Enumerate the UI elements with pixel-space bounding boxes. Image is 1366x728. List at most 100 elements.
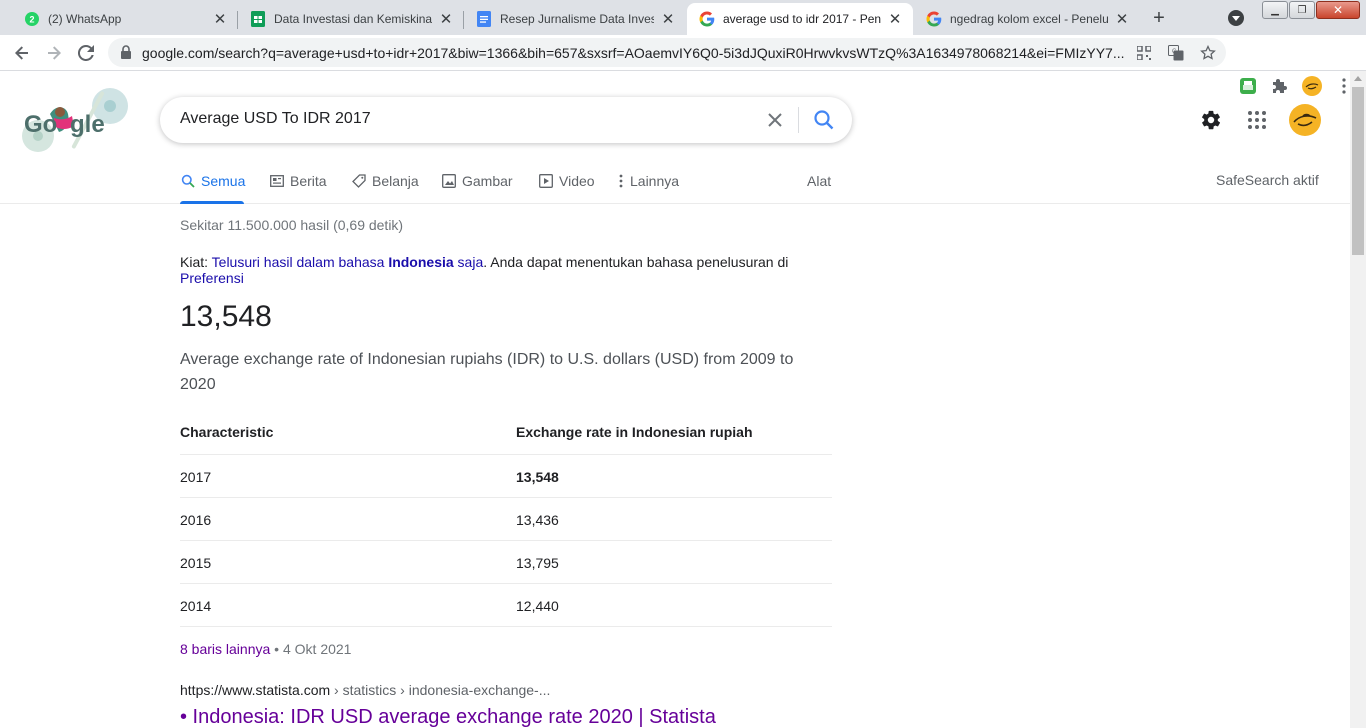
more-rows-link[interactable]: 8 baris lainnya xyxy=(180,641,270,657)
tab-title: Data Investasi dan Kemiskinan xyxy=(274,12,432,26)
tab-label: Belanja xyxy=(372,173,419,189)
tab-search-icon[interactable] xyxy=(1228,10,1244,26)
close-tab-icon[interactable]: ✕ xyxy=(1114,11,1130,27)
qr-code-icon[interactable] xyxy=(1136,45,1152,61)
cite-domain: https://www.statista.com xyxy=(180,682,331,698)
result-date: 4 Okt 2021 xyxy=(282,641,352,657)
indonesian-only-link[interactable]: Telusuri hasil dalam bahasa Indonesia sa… xyxy=(212,254,484,270)
table-cell-year: 2014 xyxy=(180,598,212,614)
table-cell-year: 2015 xyxy=(180,555,212,571)
page-scrollbar[interactable] xyxy=(1350,71,1366,728)
tip-middle: . Anda dapat menentukan bahasa penelusur… xyxy=(483,254,789,270)
featured-answer-value: 13,548 xyxy=(180,300,272,333)
google-doodle-logo[interactable]: Go gle xyxy=(10,84,132,156)
table-header: Characteristic xyxy=(180,424,274,440)
tab-title: Resep Jurnalisme Data Investasi xyxy=(500,12,654,26)
settings-gear-icon[interactable] xyxy=(1199,108,1223,132)
tab-label: Video xyxy=(559,173,595,189)
svg-text:Go: Go xyxy=(24,111,57,138)
account-avatar[interactable] xyxy=(1289,104,1321,136)
translate-icon[interactable]: G xyxy=(1168,45,1184,61)
close-tab-icon[interactable]: ✕ xyxy=(887,11,903,27)
profile-avatar-small[interactable] xyxy=(1302,76,1322,96)
close-tab-icon[interactable]: ✕ xyxy=(660,11,676,27)
arrow-left-icon xyxy=(15,46,28,60)
safesearch-link[interactable]: SafeSearch aktif xyxy=(1216,172,1319,188)
tab-docs[interactable]: Resep Jurnalisme Data Investasi ✕ xyxy=(464,3,686,35)
result-title-link[interactable]: • Indonesia: IDR USD average exchange ra… xyxy=(180,706,716,728)
tab-belanja[interactable]: Belanja xyxy=(351,172,419,190)
table-row: 2017 13,548 xyxy=(180,455,832,498)
more-vertical-icon xyxy=(617,173,625,189)
search-icon xyxy=(180,173,196,189)
extensions-puzzle-icon[interactable] xyxy=(1270,76,1290,96)
extension-printer-icon[interactable] xyxy=(1238,76,1258,96)
table-cell-rate: 13,795 xyxy=(516,555,559,571)
tab-title: ngedrag kolom excel - Penelusuran Google xyxy=(950,12,1108,26)
tools-label: Alat xyxy=(807,173,832,189)
tab-whatsapp[interactable]: 2 (2) WhatsApp ✕ xyxy=(12,3,238,35)
search-input[interactable]: Average USD To IDR 2017 xyxy=(180,110,371,128)
table-cell-rate: 13,436 xyxy=(516,512,559,528)
exchange-rate-table: Characteristic Exchange rate in Indonesi… xyxy=(180,411,832,627)
tab-lainnya[interactable]: Lainnya xyxy=(617,172,679,190)
link-bold-text: Indonesia xyxy=(388,254,454,270)
clear-search-icon[interactable] xyxy=(764,109,786,131)
bookmark-star-icon[interactable] xyxy=(1200,45,1216,61)
newspaper-icon xyxy=(269,173,285,189)
preferences-link[interactable]: Preferensi xyxy=(180,270,244,286)
image-icon xyxy=(441,173,457,189)
date-separator: • xyxy=(270,641,283,657)
tab-label: Lainnya xyxy=(630,173,680,189)
url-text: google.com/search?q=average+usd+to+idr+2… xyxy=(142,45,1125,61)
window-close-button[interactable]: ✕ xyxy=(1316,1,1360,19)
scrollbar-thumb[interactable] xyxy=(1352,87,1364,255)
reload-button[interactable] xyxy=(74,41,98,65)
table-header-row: Characteristic Exchange rate in Indonesi… xyxy=(180,411,832,455)
lock-icon[interactable] xyxy=(120,45,132,64)
video-play-icon xyxy=(538,173,554,189)
new-tab-button[interactable]: + xyxy=(1148,7,1170,29)
tab-video[interactable]: Video xyxy=(538,172,595,190)
search-divider xyxy=(798,107,799,133)
table-row: 2016 13,436 xyxy=(180,498,832,541)
tip-prefix: Kiat: xyxy=(180,254,212,270)
address-bar[interactable]: google.com/search?q=average+usd+to+idr+2… xyxy=(108,38,1226,67)
tab-strip: 2 (2) WhatsApp ✕ Data Investasi dan Kemi… xyxy=(0,0,1366,35)
table-cell-rate: 13,548 xyxy=(516,469,559,485)
sheets-icon xyxy=(250,11,266,27)
reload-icon xyxy=(78,45,94,61)
result-stats: Sekitar 11.500.000 hasil (0,69 detik) xyxy=(180,217,404,233)
tab-title: (2) WhatsApp xyxy=(48,12,122,26)
minimize-button[interactable]: ▁ xyxy=(1262,1,1288,19)
link-text: Telusuri hasil dalam bahasa xyxy=(211,254,389,270)
google-apps-icon[interactable] xyxy=(1245,108,1269,132)
tab-google-active[interactable]: average usd to idr 2017 - Penelusuran Go… xyxy=(687,3,913,35)
back-button[interactable] xyxy=(10,41,34,65)
more-rows-line: 8 baris lainnya • 4 Okt 2021 xyxy=(180,641,351,657)
search-box[interactable]: Average USD To IDR 2017 xyxy=(160,97,852,143)
scroll-up-arrow-icon[interactable] xyxy=(1354,76,1362,81)
result-cite[interactable]: https://www.statista.com › statistics › … xyxy=(180,682,550,698)
maximize-button[interactable]: ❐ xyxy=(1289,1,1315,19)
browser-toolbar: google.com/search?q=average+usd+to+idr+2… xyxy=(0,35,1366,96)
google-icon xyxy=(926,11,942,27)
close-tab-icon[interactable]: ✕ xyxy=(212,11,228,27)
link-text: saja xyxy=(453,254,484,270)
tab-title: average usd to idr 2017 - Penelusuran Go… xyxy=(723,12,881,26)
tab-label: Berita xyxy=(290,173,327,189)
close-tab-icon[interactable]: ✕ xyxy=(438,11,454,27)
tab-semua[interactable]: Semua xyxy=(180,172,245,190)
table-cell-year: 2017 xyxy=(180,469,212,485)
tab-google[interactable]: ngedrag kolom excel - Penelusuran Google… xyxy=(914,3,1140,35)
whatsapp-icon: 2 xyxy=(24,11,40,27)
tab-gambar[interactable]: Gambar xyxy=(441,172,513,190)
svg-text:G: G xyxy=(1172,49,1177,55)
search-icon[interactable] xyxy=(812,108,836,132)
table-cell-rate: 12,440 xyxy=(516,598,559,614)
tools-button[interactable]: Alat xyxy=(807,172,831,190)
forward-button[interactable] xyxy=(42,41,66,65)
search-nav-tabs: Semua Berita Belanja Gambar Video Lainny… xyxy=(0,160,1350,204)
tab-berita[interactable]: Berita xyxy=(269,172,327,190)
tab-sheets[interactable]: Data Investasi dan Kemiskinan ✕ xyxy=(238,3,464,35)
